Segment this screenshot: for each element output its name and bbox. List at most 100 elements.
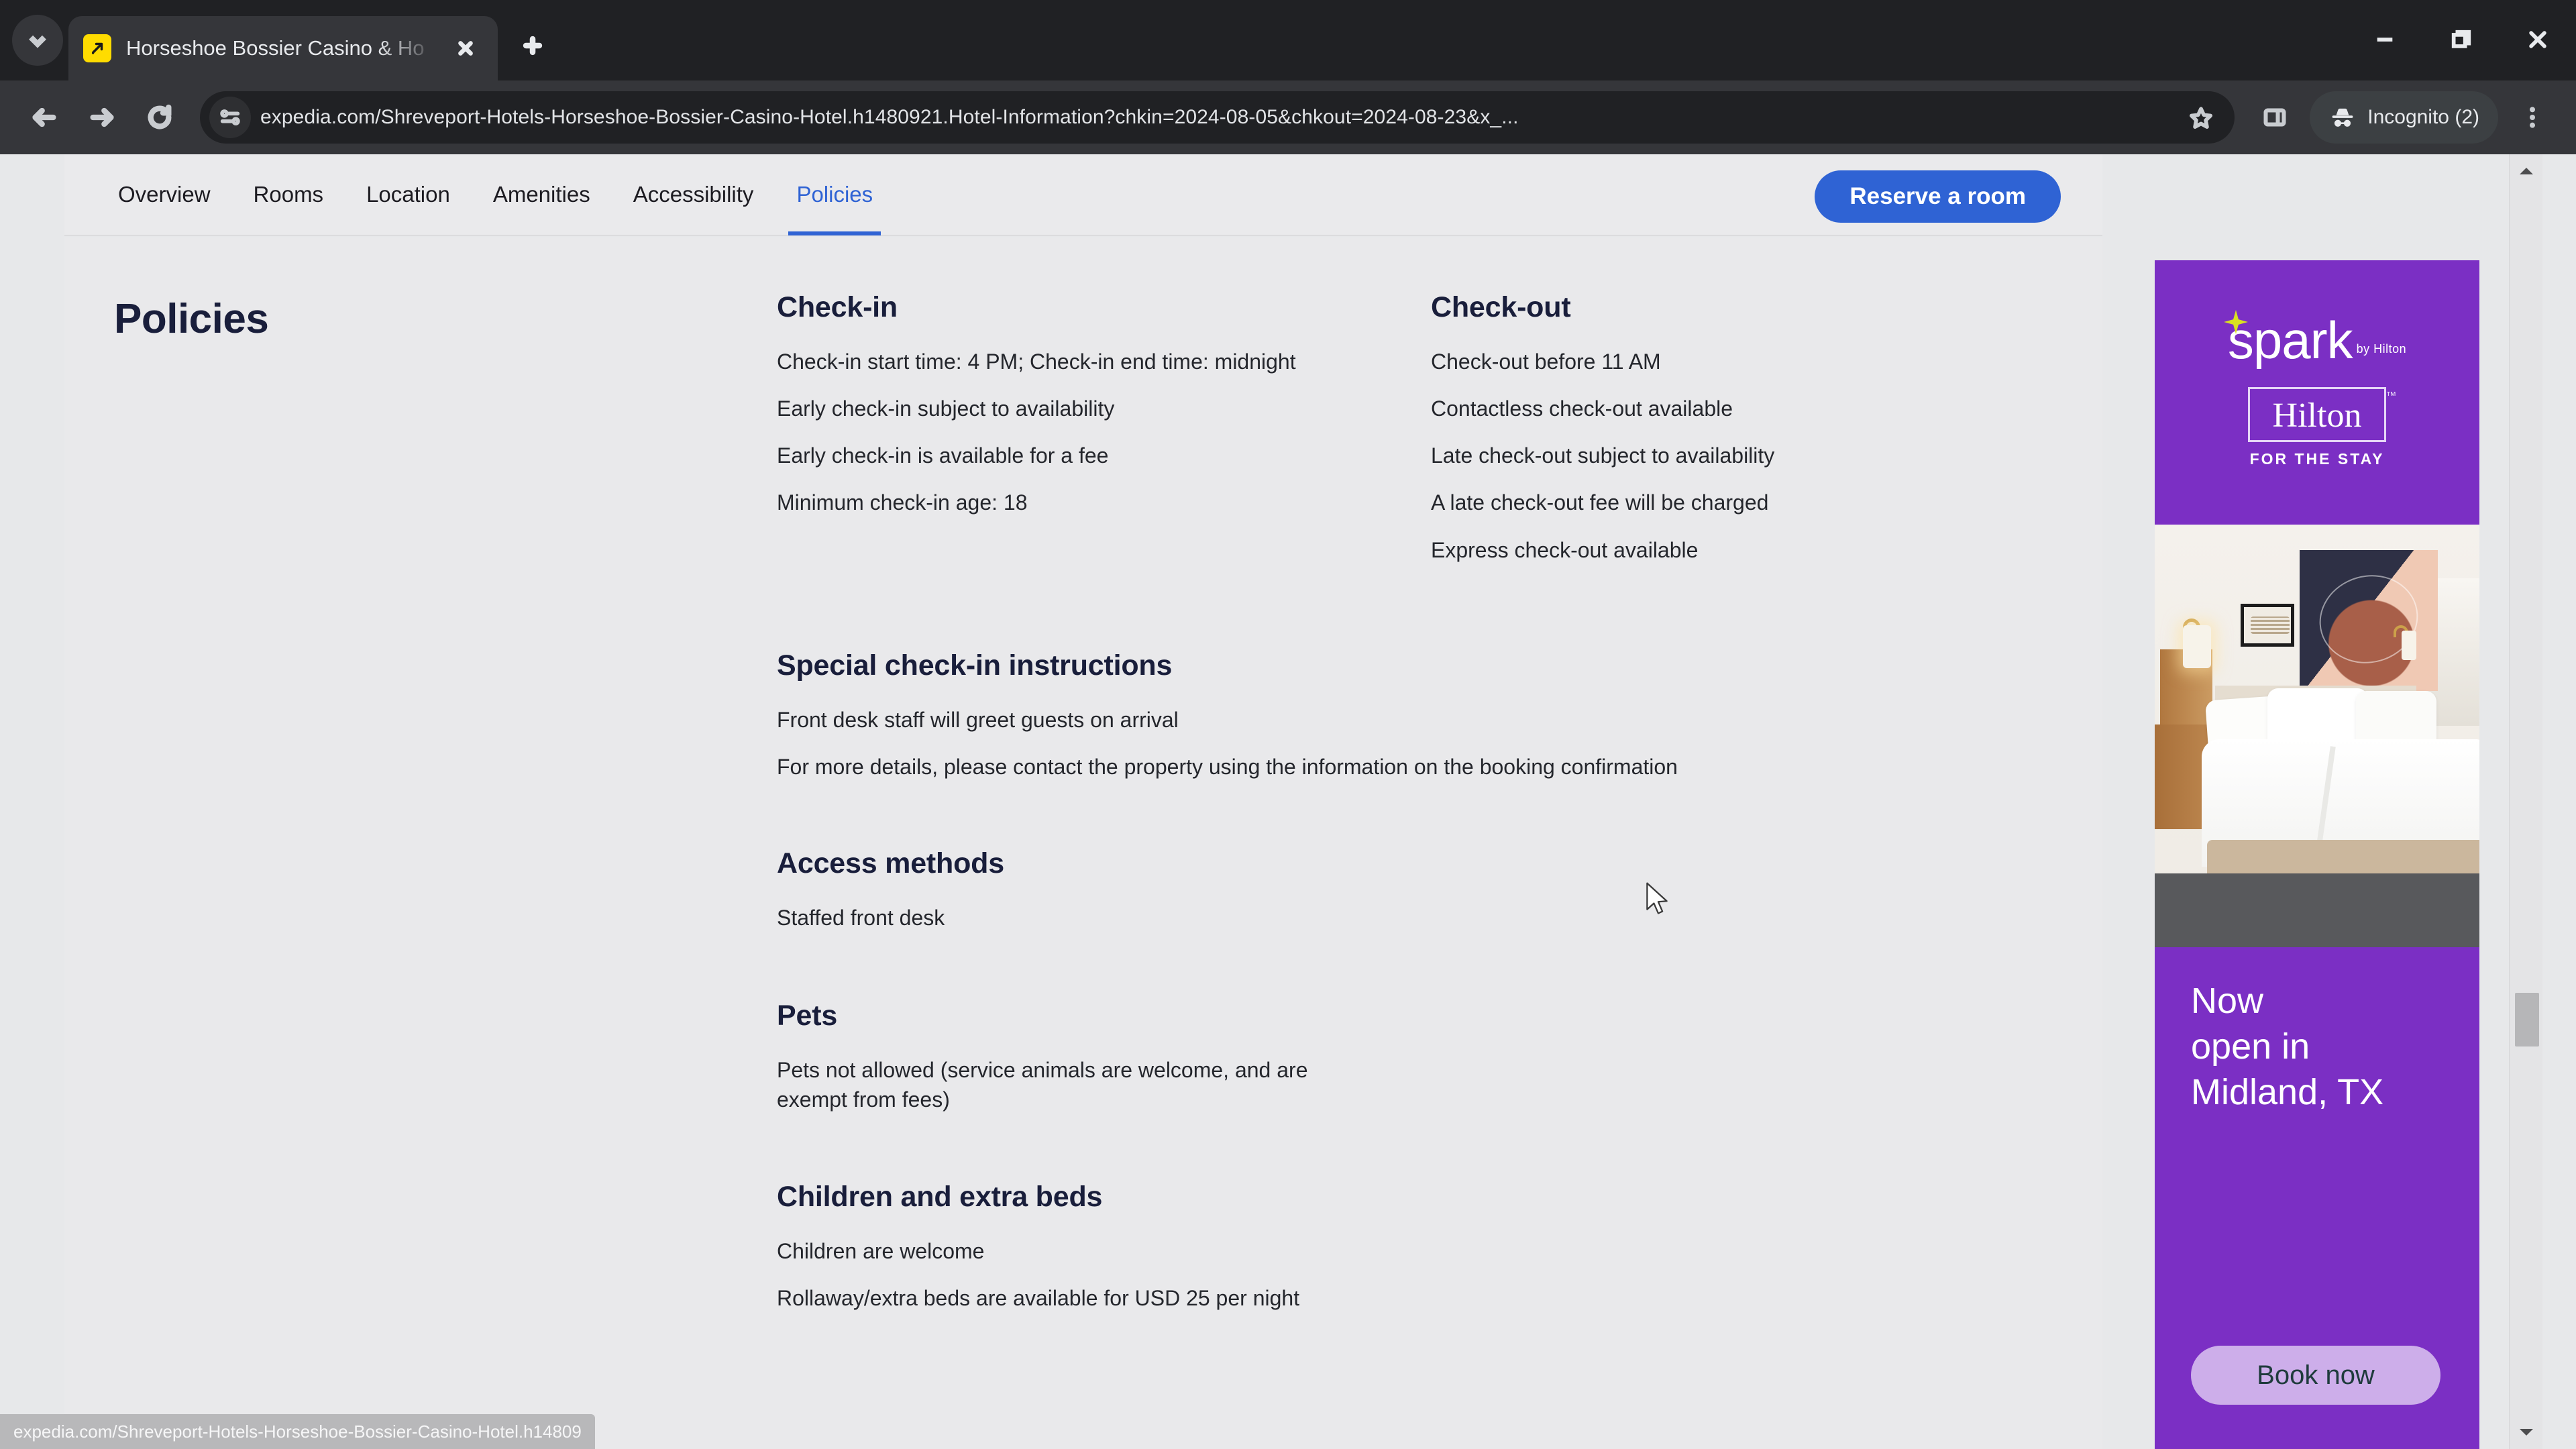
chevron-down-icon	[29, 35, 46, 48]
tab-accessibility[interactable]: Accessibility	[612, 154, 775, 235]
restore-icon	[2451, 30, 2471, 48]
tune-icon	[220, 109, 240, 125]
ad-brand-block: spark by Hilton Hilton ™ FOR THE STAY	[2155, 260, 2479, 525]
tab-amenities[interactable]: Amenities	[472, 154, 612, 235]
tab-close-button[interactable]	[448, 31, 483, 66]
checkout-line: Contactless check-out available	[1431, 396, 1733, 421]
ad-headline-line: Midland, TX	[2191, 1072, 2384, 1113]
sidebar-advertisement[interactable]: spark by Hilton Hilton ™ FOR THE STAY No…	[2155, 260, 2479, 1449]
incognito-indicator[interactable]: Incognito (2)	[2310, 91, 2498, 144]
tab-overview[interactable]: Overview	[97, 154, 232, 235]
minimize-button[interactable]	[2347, 0, 2423, 79]
ad-headline-line: open in	[2191, 1026, 2310, 1067]
tab-rooms[interactable]: Rooms	[232, 154, 345, 235]
tab-search-button[interactable]	[12, 15, 63, 66]
hilton-tagline: FOR THE STAY	[2249, 449, 2385, 468]
browser-menu-button[interactable]	[2506, 91, 2559, 144]
pets-line: Pets not allowed (service animals are we…	[777, 1058, 1308, 1112]
url-text: expedia.com/Shreveport-Hotels-Horseshoe-…	[260, 106, 1519, 128]
close-window-button[interactable]	[2500, 0, 2576, 79]
children-line: Children are welcome	[777, 1238, 985, 1263]
restore-button[interactable]	[2423, 0, 2500, 79]
special-instructions-heading: Special check-in instructions	[777, 649, 1173, 682]
tab-amenities-label: Amenities	[492, 182, 590, 207]
policies-columns: Check-in Check-in start time: 4 PM; Chec…	[777, 291, 2051, 1330]
new-tab-button[interactable]	[507, 20, 558, 71]
side-panel-button[interactable]	[2248, 91, 2302, 144]
reload-button[interactable]	[133, 91, 186, 144]
link-status-bubble: expedia.com/Shreveport-Hotels-Horseshoe-…	[0, 1414, 595, 1449]
book-now-button[interactable]: Book now	[2191, 1346, 2440, 1405]
minimize-icon	[2377, 38, 2393, 42]
access-methods-heading: Access methods	[777, 847, 1004, 880]
checkout-section: Check-out Check-out before 11 AM Contact…	[1431, 291, 2035, 582]
plus-icon	[523, 36, 543, 56]
tab-strip: Horseshoe Bossier Casino & Ho	[0, 0, 2576, 80]
checkin-line: Check-in start time: 4 PM; Check-in end …	[777, 350, 1296, 374]
hotel-room-photo	[2155, 525, 2479, 947]
site-settings-icon[interactable]	[209, 97, 251, 138]
tab-accessibility-label: Accessibility	[633, 182, 754, 207]
tab-policies[interactable]: Policies	[775, 154, 894, 235]
incognito-label: Incognito (2)	[2367, 106, 2479, 128]
forward-button[interactable]	[75, 91, 129, 144]
caret-up-icon	[2520, 168, 2533, 174]
children-section: Children and extra beds Children are wel…	[777, 1181, 2051, 1313]
tab-location-label: Location	[366, 182, 450, 207]
page-scrollbar[interactable]	[2509, 154, 2542, 1449]
trademark-mark: ™	[2385, 390, 2397, 402]
reserve-a-room-button[interactable]: Reserve a room	[1815, 170, 2061, 223]
page-title: Policies	[114, 296, 269, 342]
checkin-heading: Check-in	[777, 291, 898, 323]
window-controls	[2347, 0, 2576, 79]
checkin-line: Early check-in is available for a fee	[777, 443, 1109, 468]
bookmark-button[interactable]	[2181, 97, 2221, 138]
page-viewport: Overview Rooms Location Amenities Access…	[0, 154, 2576, 1449]
arrow-right-icon	[90, 107, 114, 127]
special-instructions-section: Special check-in instructions Front desk…	[777, 649, 2051, 782]
browser-tab[interactable]: Horseshoe Bossier Casino & Ho	[68, 16, 498, 80]
address-bar[interactable]: expedia.com/Shreveport-Hotels-Horseshoe-…	[200, 91, 2235, 144]
property-subnav: Overview Rooms Location Amenities Access…	[64, 154, 2102, 236]
browser-toolbar: expedia.com/Shreveport-Hotels-Horseshoe-…	[0, 80, 2576, 154]
checkin-checkout-row: Check-in Check-in start time: 4 PM; Chec…	[777, 291, 2051, 582]
children-line: Rollaway/extra beds are available for US…	[777, 1285, 1300, 1310]
special-instructions-line: Front desk staff will greet guests on ar…	[777, 707, 1179, 732]
hilton-logo: Hilton ™ FOR THE STAY	[2247, 386, 2396, 468]
children-heading: Children and extra beds	[777, 1180, 1103, 1213]
pets-heading: Pets	[777, 1000, 838, 1032]
close-icon	[458, 41, 473, 56]
checkin-line: Early check-in subject to availability	[777, 396, 1115, 421]
close-icon	[2529, 31, 2546, 48]
tab-rooms-label: Rooms	[253, 182, 324, 207]
ad-headline-line: Now	[2191, 981, 2264, 1021]
back-button[interactable]	[17, 91, 71, 144]
access-methods-line: Staffed front desk	[777, 906, 945, 930]
ad-copy-block: Now open in Midland, TX Book now	[2155, 947, 2479, 1449]
tab-location[interactable]: Location	[345, 154, 472, 235]
hilton-wordmark: Hilton	[2272, 396, 2362, 435]
special-instructions-line: For more details, please contact the pro…	[777, 754, 1678, 779]
checkout-line: A late check-out fee will be charged	[1431, 490, 1769, 515]
expedia-arrow-icon	[91, 41, 103, 56]
spark-logo: spark by Hilton	[2223, 310, 2407, 367]
kebab-menu-icon	[2530, 107, 2535, 128]
reload-icon	[148, 104, 172, 129]
incognito-icon	[2332, 108, 2353, 127]
subnav-items: Overview Rooms Location Amenities Access…	[64, 154, 894, 235]
scroll-down-button[interactable]	[2510, 1415, 2543, 1449]
page-content: Overview Rooms Location Amenities Access…	[0, 154, 2542, 1449]
tab-policies-label: Policies	[796, 182, 873, 207]
side-panel-icon	[2263, 108, 2286, 127]
scroll-up-button[interactable]	[2510, 154, 2543, 188]
caret-down-icon	[2520, 1429, 2533, 1436]
scrollbar-thumb[interactable]	[2515, 993, 2539, 1046]
checkout-line: Check-out before 11 AM	[1431, 350, 1661, 374]
checkout-line: Express check-out available	[1431, 537, 1699, 562]
checkout-heading: Check-out	[1431, 291, 1571, 323]
spark-by-hilton-label: by Hilton	[2356, 341, 2407, 356]
tab-overview-label: Overview	[118, 182, 211, 207]
sparkle-icon	[2223, 310, 2248, 335]
arrow-left-icon	[32, 107, 56, 127]
checkin-section: Check-in Check-in start time: 4 PM; Chec…	[777, 291, 1431, 582]
